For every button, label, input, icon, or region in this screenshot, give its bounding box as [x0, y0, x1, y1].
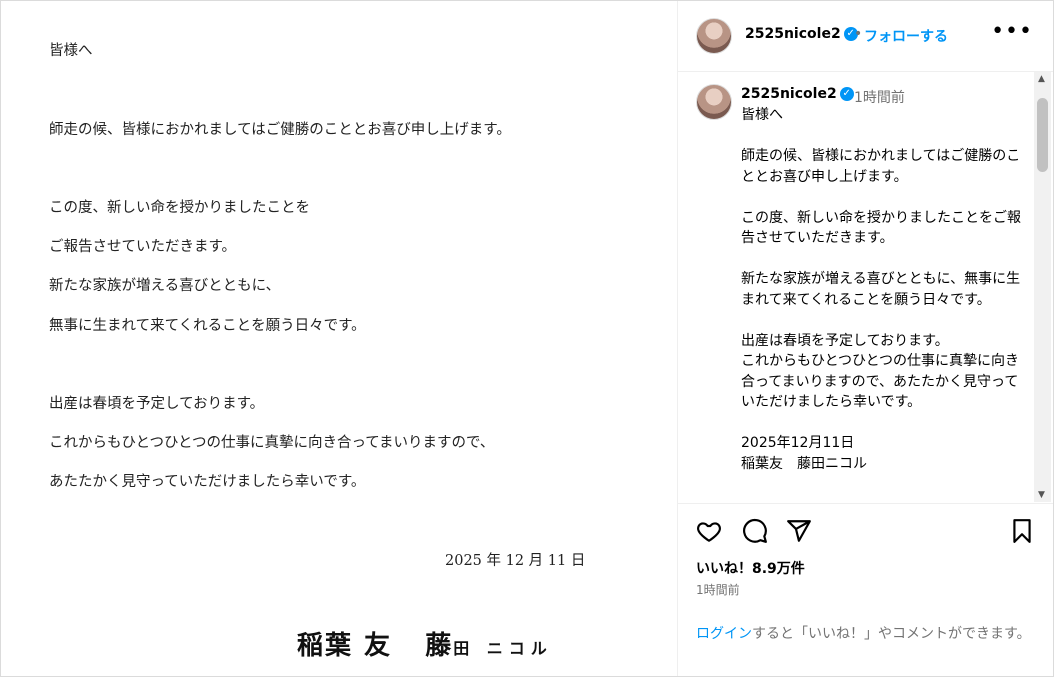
verified-badge-icon: ✓: [839, 87, 854, 101]
caption-username[interactable]: 2525nicole2 ✓: [741, 86, 854, 102]
login-prompt-text: すると「いいね！」やコメントができます。: [752, 626, 1031, 642]
letter-line: 出産は春頃を予定しております。: [49, 396, 265, 412]
scroll-up-arrow-icon[interactable]: ▲: [1038, 74, 1045, 84]
like-heart-icon[interactable]: [696, 518, 722, 544]
letter-greeting: 皆様へ: [49, 43, 93, 59]
caption-avatar[interactable]: [696, 84, 732, 120]
letter-line: これからもひとつひとつの仕事に真摯に向き合ってまいりますので、: [49, 435, 495, 451]
author-username[interactable]: 2525nicole2 ✓: [745, 26, 858, 42]
letter-date: 2025 年 12 月 11 日: [445, 553, 586, 569]
author-avatar[interactable]: [696, 18, 732, 54]
letter-line: ご報告させていただきます。: [49, 239, 237, 255]
post-header: 2525nicole2 ✓ • フォローする •••: [678, 1, 1053, 72]
caption-scrollbar[interactable]: ▲ ▼: [1034, 72, 1051, 502]
separator-dot: •: [854, 26, 863, 42]
caption-username-text[interactable]: 2525nicole2: [741, 86, 837, 102]
login-prompt: ログインすると「いいね！」やコメントができます。: [696, 624, 1036, 645]
follow-button[interactable]: フォローする: [864, 26, 948, 46]
signature-name-1: 稲葉 友: [297, 631, 393, 661]
post-actions: いいね！8.9万件 1時間前 ログインすると「いいね！」やコメントができます。: [678, 503, 1053, 677]
letter-line: 無事に生まれて来てくれることを願う日々です。: [49, 318, 366, 334]
comment-bubble-icon[interactable]: [742, 518, 768, 544]
post-timestamp[interactable]: 1時間前: [696, 581, 740, 598]
scroll-down-arrow-icon[interactable]: ▼: [1038, 490, 1045, 500]
post-side-panel: 2525nicole2 ✓ • フォローする ••• 2525nicole2 ✓ 1…: [678, 1, 1053, 676]
signature-name-2a: 藤: [425, 631, 454, 661]
more-options-icon[interactable]: •••: [991, 19, 1033, 44]
caption-timestamp[interactable]: 1時間前: [854, 87, 905, 107]
share-send-icon[interactable]: [786, 518, 812, 544]
login-link[interactable]: ログイン: [696, 626, 752, 642]
letter-line: 新たな家族が増える喜びとともに、: [49, 278, 281, 294]
post-image: 皆様へ 師走の候、皆様におかれましてはご健勝のこととお喜び申し上げます。 この度…: [1, 1, 678, 676]
letter-signature: 稲葉 友 藤田 ニコル: [297, 625, 553, 662]
letter-line: あたたかく見守っていただけましたら幸いです。: [49, 474, 366, 490]
post-dialog: 皆様へ 師走の候、皆様におかれましてはご健勝のこととお喜び申し上げます。 この度…: [0, 0, 1054, 677]
letter-line: 師走の候、皆様におかれましてはご健勝のこととお喜び申し上げます。: [49, 122, 511, 138]
caption-area: 2525nicole2 ✓ 1時間前 皆様へ 師走の候、皆様におかれましてはご健勝…: [678, 72, 1034, 502]
save-bookmark-icon[interactable]: [1009, 518, 1035, 544]
scrollbar-thumb[interactable]: [1037, 98, 1048, 172]
like-count[interactable]: いいね！8.9万件: [696, 558, 805, 578]
author-username-text[interactable]: 2525nicole2: [745, 26, 841, 42]
caption-text: 皆様へ 師走の候、皆様におかれましてはご健勝のこととお喜び申し上げます。 この度…: [741, 107, 1021, 472]
letter-line: この度、新しい命を授かりましたことを: [49, 200, 310, 216]
signature-name-2b: 田 ニコル: [453, 639, 553, 658]
